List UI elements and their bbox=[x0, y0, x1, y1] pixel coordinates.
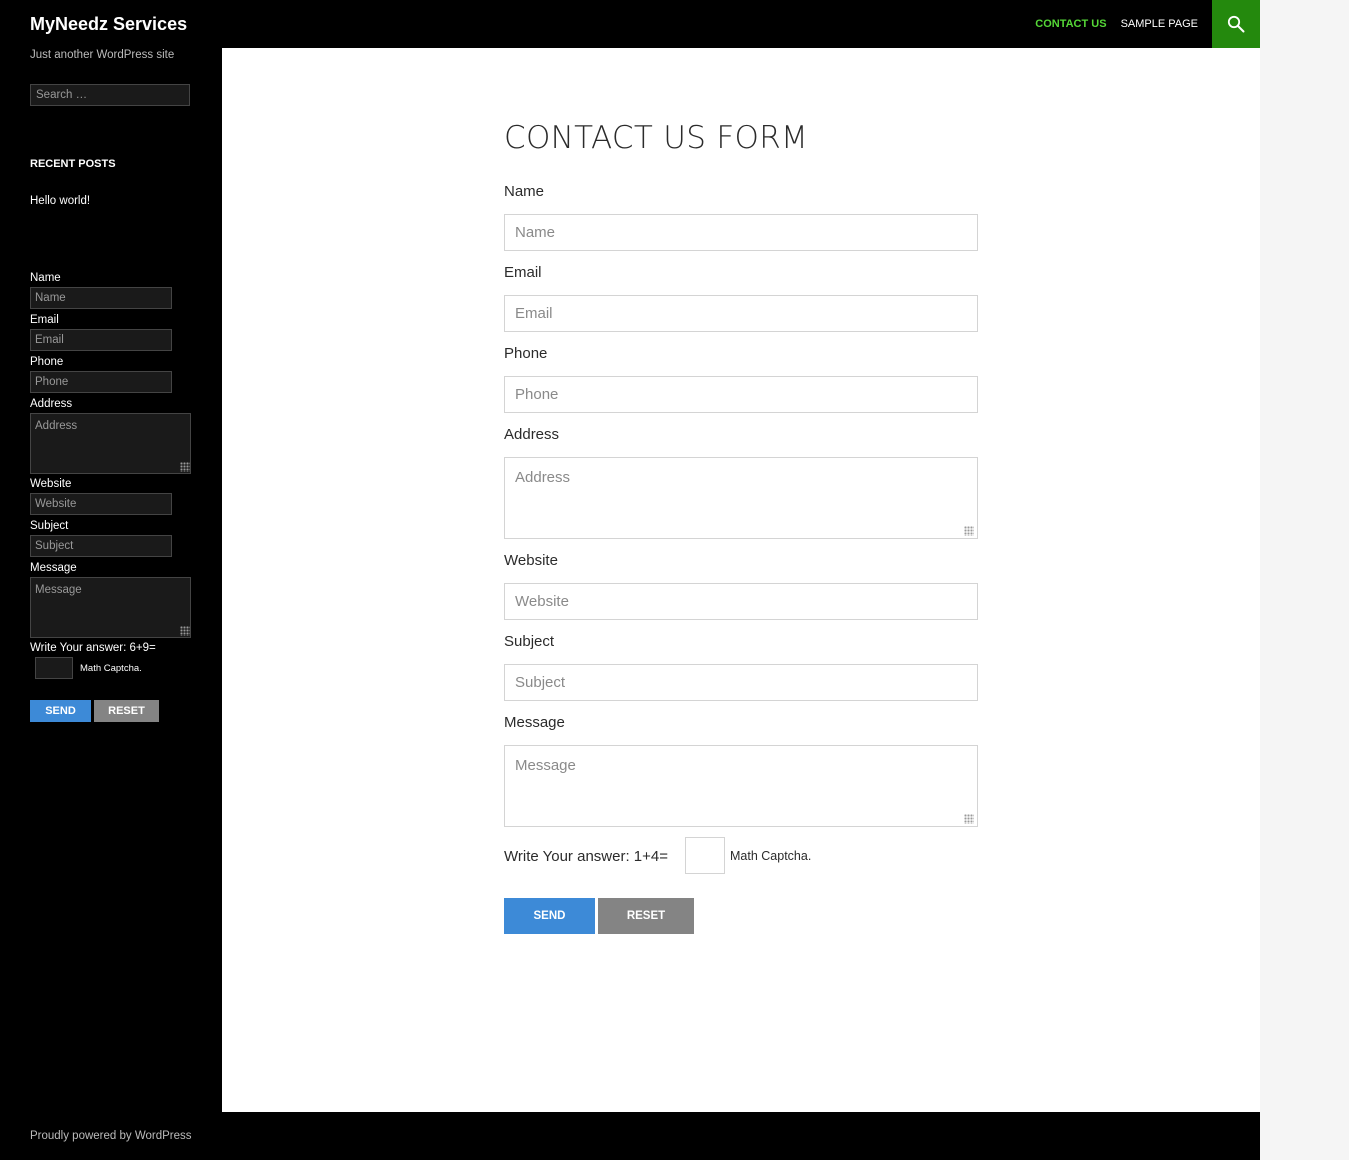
page: MyNeedz Services CONTACT US SAMPLE PAGE … bbox=[0, 0, 1260, 1160]
phone-field[interactable] bbox=[504, 376, 978, 413]
nav-sample-page[interactable]: SAMPLE PAGE bbox=[1121, 18, 1198, 30]
website-field[interactable] bbox=[504, 583, 978, 620]
sidebar-phone-field[interactable] bbox=[30, 371, 172, 393]
message-field[interactable] bbox=[504, 745, 978, 827]
sidebar: Just another WordPress site RECENT POSTS… bbox=[0, 48, 222, 1112]
name-label: Name bbox=[504, 183, 545, 200]
recent-posts-title: RECENT POSTS bbox=[30, 158, 116, 170]
primary-nav: CONTACT US SAMPLE PAGE bbox=[1035, 0, 1198, 48]
captcha-note: Math Captcha. bbox=[730, 849, 812, 863]
sidebar-address-field[interactable] bbox=[30, 413, 191, 474]
recent-post-link[interactable]: Hello world! bbox=[30, 195, 90, 207]
sidebar-captcha-input[interactable] bbox=[35, 657, 73, 679]
sidebar-email-field[interactable] bbox=[30, 329, 172, 351]
sidebar-website-label: Website bbox=[30, 478, 72, 490]
sidebar-captcha-note: Math Captcha. bbox=[80, 663, 142, 674]
sidebar-reset-button[interactable]: RESET bbox=[94, 700, 159, 722]
search-icon bbox=[1227, 15, 1245, 33]
sidebar-message-label: Message bbox=[30, 562, 77, 574]
phone-label: Phone bbox=[504, 345, 548, 362]
sidebar-captcha-question: Write Your answer: 6+9= bbox=[30, 642, 156, 654]
sidebar-address-label: Address bbox=[30, 398, 73, 410]
sidebar-subject-label: Subject bbox=[30, 520, 69, 532]
subject-label: Subject bbox=[504, 633, 555, 650]
footer-credit-link[interactable]: Proudly powered by WordPress bbox=[30, 1130, 192, 1142]
subject-field[interactable] bbox=[504, 664, 978, 701]
search-toggle-button[interactable] bbox=[1212, 0, 1260, 48]
main-content: CONTACT US FORM Name Email Phone Address… bbox=[222, 48, 1260, 1112]
page-title: CONTACT US FORM bbox=[504, 120, 809, 156]
name-field[interactable] bbox=[504, 214, 978, 251]
message-label: Message bbox=[504, 714, 565, 731]
sidebar-name-label: Name bbox=[30, 272, 61, 284]
nav-contact-us[interactable]: CONTACT US bbox=[1035, 18, 1106, 30]
website-label: Website bbox=[504, 552, 558, 569]
captcha-question: Write Your answer: 1+4= bbox=[504, 848, 668, 865]
sidebar-email-label: Email bbox=[30, 314, 59, 326]
site-tagline: Just another WordPress site bbox=[30, 49, 175, 61]
sidebar-phone-label: Phone bbox=[30, 356, 64, 368]
sidebar-message-field[interactable] bbox=[30, 577, 191, 638]
sidebar-name-field[interactable] bbox=[30, 287, 172, 309]
resize-grip-icon[interactable] bbox=[180, 626, 190, 636]
address-field[interactable] bbox=[504, 457, 978, 539]
resize-grip-icon[interactable] bbox=[180, 462, 190, 472]
email-label: Email bbox=[504, 264, 542, 281]
site-title[interactable]: MyNeedz Services bbox=[30, 13, 187, 35]
captcha-input[interactable] bbox=[685, 837, 725, 874]
reset-button[interactable]: RESET bbox=[598, 898, 694, 934]
email-field[interactable] bbox=[504, 295, 978, 332]
resize-grip-icon[interactable] bbox=[964, 814, 974, 824]
sidebar-subject-field[interactable] bbox=[30, 535, 172, 557]
send-button[interactable]: SEND bbox=[504, 898, 595, 934]
sidebar-website-field[interactable] bbox=[30, 493, 172, 515]
address-label: Address bbox=[504, 426, 560, 443]
resize-grip-icon[interactable] bbox=[964, 526, 974, 536]
sidebar-search-input[interactable] bbox=[30, 84, 190, 106]
sidebar-send-button[interactable]: SEND bbox=[30, 700, 91, 722]
